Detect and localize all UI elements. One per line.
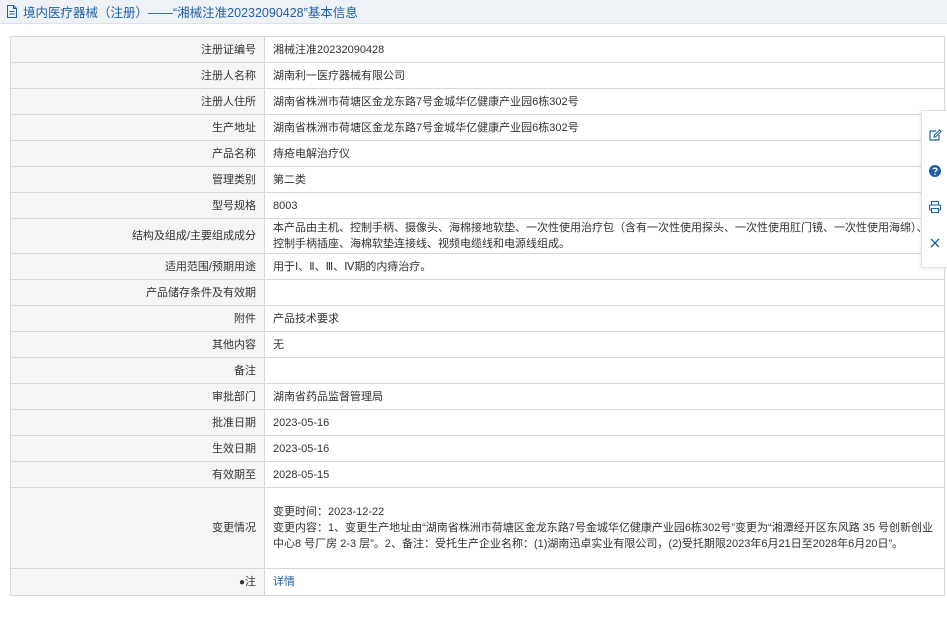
row-label: 批准日期: [10, 409, 265, 436]
table-row: 注册证编号 湘械注准20232090428: [10, 36, 945, 63]
row-value: 第二类: [264, 166, 945, 193]
row-value: 湖南省株洲市荷塘区金龙东路7号金城华亿健康产业园6栋302号: [264, 88, 945, 115]
row-value: 痔疮电解治疗仪: [264, 140, 945, 167]
edit-icon[interactable]: [926, 126, 944, 144]
row-label: 注册人住所: [10, 88, 265, 115]
row-label: 生效日期: [10, 435, 265, 462]
table-row: 注册人名称 湖南利一医疗器械有限公司: [10, 62, 945, 89]
floating-toolbar: [921, 110, 947, 268]
row-value: 8003: [264, 192, 945, 219]
row-label: 管理类别: [10, 166, 265, 193]
table-row: 变更情况 变更时间：2023-12-22 变更内容：1、变更生产地址由“湖南省株…: [10, 487, 945, 569]
row-value: 本产品由主机、控制手柄、摄像头、海棉接地软垫、一次性使用治疗包（含有一次性使用探…: [264, 218, 945, 254]
row-label: 注册证编号: [10, 36, 265, 63]
row-label: 审批部门: [10, 383, 265, 410]
table-row: 产品储存条件及有效期: [10, 279, 945, 306]
row-value: 2023-05-16: [264, 409, 945, 436]
row-value: 变更时间：2023-12-22 变更内容：1、变更生产地址由“湖南省株洲市荷塘区…: [264, 487, 945, 569]
page-header: 境内医疗器械（注册）——“湘械注准20232090428”基本信息: [0, 0, 947, 24]
row-label: 备注: [10, 357, 265, 384]
row-value: [264, 357, 945, 384]
row-value: [264, 279, 945, 306]
row-value: 2023-05-16: [264, 435, 945, 462]
change-time: 变更时间：2023-12-22: [273, 506, 385, 518]
row-value: 2028-05-15: [264, 461, 945, 488]
row-value: 湘械注准20232090428: [264, 36, 945, 63]
close-icon[interactable]: [926, 234, 944, 252]
details-link[interactable]: 详情: [273, 576, 295, 588]
row-label: ●注: [10, 568, 265, 596]
note-label: 注: [245, 575, 256, 588]
row-value: 湖南省株洲市荷塘区金龙东路7号金城华亿健康产业园6栋302号: [264, 114, 945, 141]
table-row: 注册人住所 湖南省株洲市荷塘区金龙东路7号金城华亿健康产业园6栋302号: [10, 88, 945, 115]
table-row: ●注 详情: [10, 568, 945, 596]
table-row: 附件 产品技术要求: [10, 305, 945, 332]
row-value: 产品技术要求: [264, 305, 945, 332]
row-label: 注册人名称: [10, 62, 265, 89]
change-content: 变更内容：1、变更生产地址由“湖南省株洲市荷塘区金龙东路7号金城华亿健康产业园6…: [273, 522, 934, 550]
table-row: 有效期至 2028-05-15: [10, 461, 945, 488]
row-label: 产品储存条件及有效期: [10, 279, 265, 306]
row-value: 无: [264, 331, 945, 358]
table-row: 产品名称 痔疮电解治疗仪: [10, 140, 945, 167]
row-value: 详情: [264, 568, 945, 596]
row-label: 变更情况: [10, 487, 265, 569]
row-label: 型号规格: [10, 192, 265, 219]
table-row: 备注: [10, 357, 945, 384]
row-value: 湖南利一医疗器械有限公司: [264, 62, 945, 89]
table-row: 生效日期 2023-05-16: [10, 435, 945, 462]
row-label: 生产地址: [10, 114, 265, 141]
table-row: 其他内容 无: [10, 331, 945, 358]
row-label: 适用范围/预期用途: [10, 253, 265, 280]
table-row: 批准日期 2023-05-16: [10, 409, 945, 436]
document-icon: [6, 5, 20, 19]
help-icon[interactable]: [926, 162, 944, 180]
info-table: 注册证编号 湘械注准20232090428 注册人名称 湖南利一医疗器械有限公司…: [10, 36, 945, 596]
row-value: 湖南省药品监督管理局: [264, 383, 945, 410]
table-row: 适用范围/预期用途 用于Ⅰ、Ⅱ、Ⅲ、Ⅳ期的内痔治疗。: [10, 253, 945, 280]
row-label: 结构及组成/主要组成成分: [10, 218, 265, 254]
row-label: 有效期至: [10, 461, 265, 488]
print-icon[interactable]: [926, 198, 944, 216]
page-title: 境内医疗器械（注册）——“湘械注准20232090428”基本信息: [23, 6, 358, 20]
row-label: 附件: [10, 305, 265, 332]
row-label: 产品名称: [10, 140, 265, 167]
table-row: 审批部门 湖南省药品监督管理局: [10, 383, 945, 410]
table-row: 管理类别 第二类: [10, 166, 945, 193]
row-label: 其他内容: [10, 331, 265, 358]
table-row: 型号规格 8003: [10, 192, 945, 219]
row-value: 用于Ⅰ、Ⅱ、Ⅲ、Ⅳ期的内痔治疗。: [264, 253, 945, 280]
table-row: 结构及组成/主要组成成分 本产品由主机、控制手柄、摄像头、海棉接地软垫、一次性使…: [10, 218, 945, 254]
table-row: 生产地址 湖南省株洲市荷塘区金龙东路7号金城华亿健康产业园6栋302号: [10, 114, 945, 141]
